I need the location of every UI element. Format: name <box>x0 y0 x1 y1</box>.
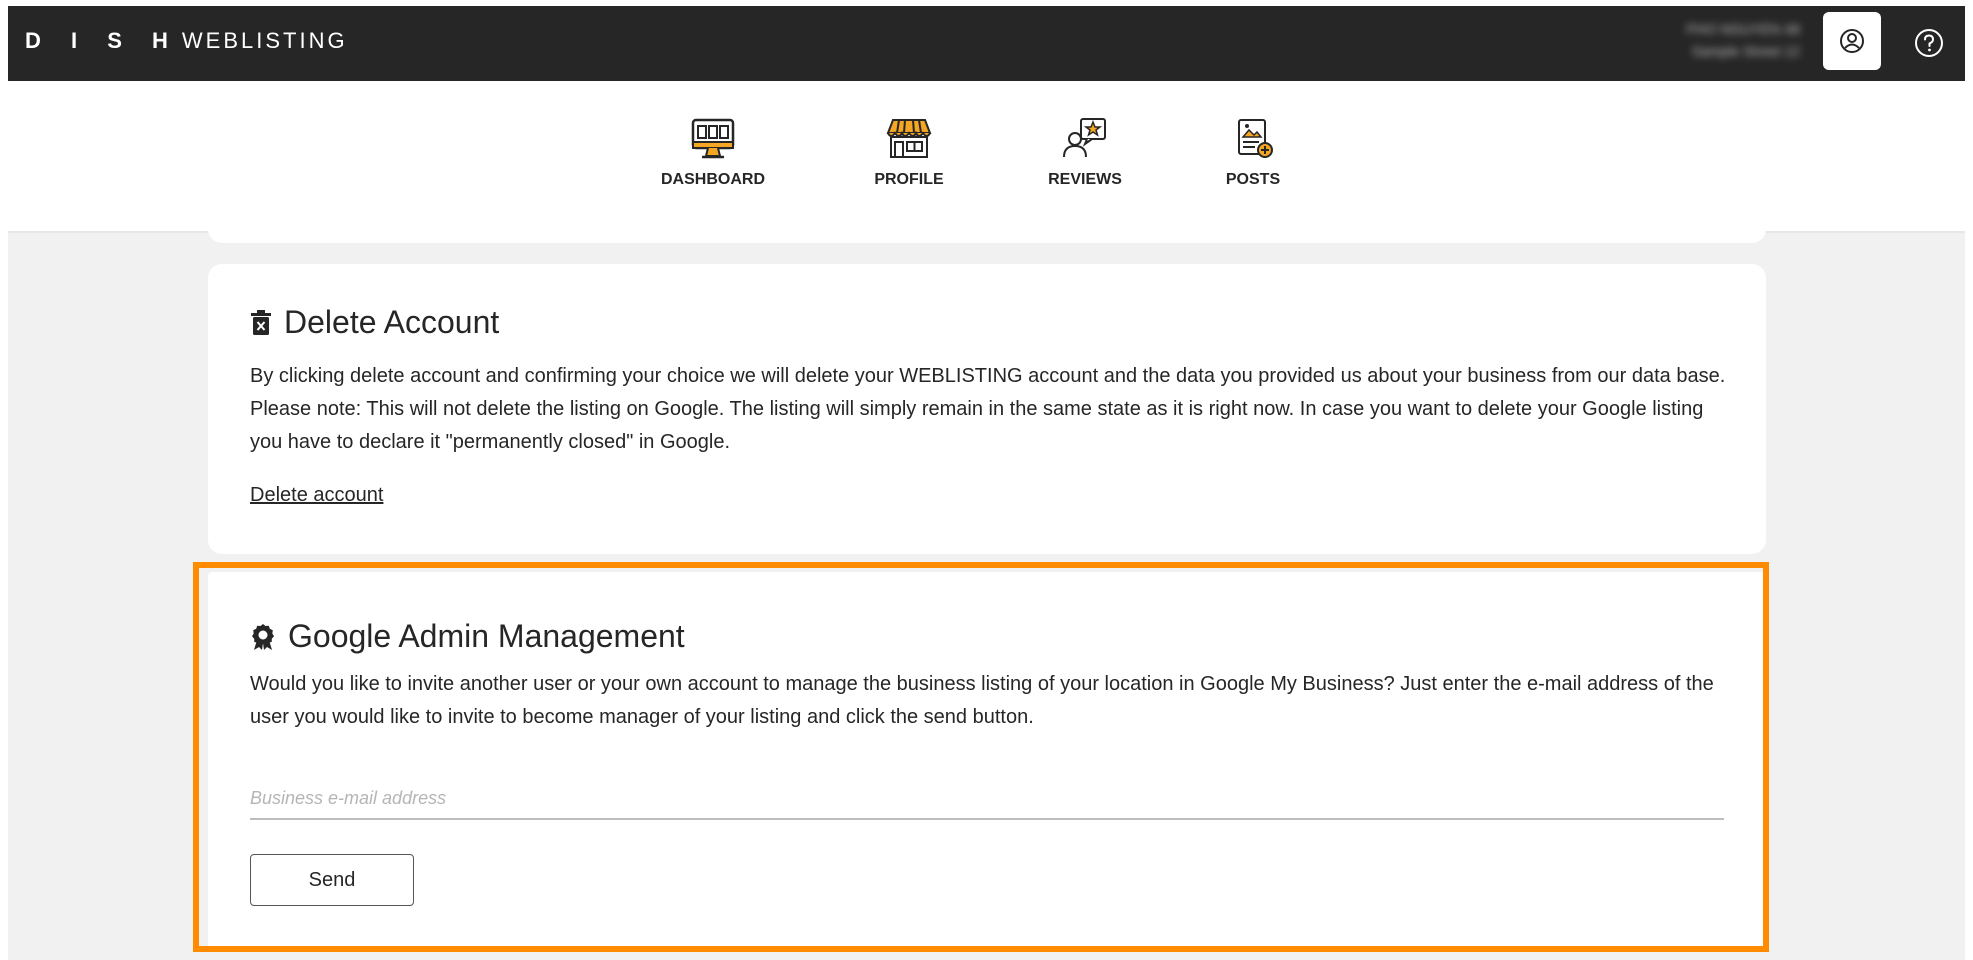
nav-label: POSTS <box>1225 171 1281 188</box>
user-circle-icon <box>1840 29 1864 53</box>
nav-item-reviews[interactable]: REVIEWS <box>1030 117 1140 189</box>
storefront-icon <box>886 119 932 158</box>
nav-item-profile[interactable]: PROFILE <box>856 117 962 189</box>
nav-item-dashboard[interactable]: DASHBOARD <box>658 117 768 189</box>
nav-item-posts[interactable]: POSTS <box>1208 117 1298 189</box>
page-frame: D I S H WEBLISTING PHO NGUYEN 48 Sample … <box>8 6 1965 960</box>
post-add-icon <box>1238 119 1273 158</box>
user-account-button[interactable] <box>1823 12 1881 70</box>
business-email-input[interactable] <box>250 778 1724 820</box>
review-star-icon <box>1063 118 1106 158</box>
delete-account-title: Delete Account <box>284 304 500 340</box>
send-button[interactable]: Send <box>250 854 414 906</box>
account-address: Sample Street 12 <box>1691 43 1800 59</box>
google-admin-title: Google Admin Management <box>288 618 685 654</box>
top-bar: D I S H WEBLISTING PHO NGUYEN 48 Sample … <box>8 6 1965 81</box>
google-admin-description: Would you like to invite another user or… <box>250 673 1714 728</box>
google-admin-card: Google Admin Management Would you like t… <box>208 572 1766 952</box>
delete-account-description: By clicking delete account and confirmin… <box>250 365 1726 453</box>
delete-account-card: Delete Account By clicking delete accoun… <box>208 264 1766 554</box>
brand-weblisting-text: WEBLISTING <box>181 28 348 53</box>
nav-label: REVIEWS <box>1048 171 1122 188</box>
badge-award-icon <box>252 623 274 650</box>
account-info: PHO NGUYEN 48 Sample Street 12 <box>1568 18 1800 72</box>
nav-label: DASHBOARD <box>661 171 765 188</box>
brand-dish-text: D I S H <box>25 28 180 53</box>
help-icon <box>1915 29 1943 57</box>
google-admin-heading: Google Admin Management <box>250 618 685 655</box>
delete-account-link[interactable]: Delete account <box>250 484 383 507</box>
help-button[interactable] <box>1914 28 1944 58</box>
brand-logo[interactable]: D I S H WEBLISTING <box>25 28 348 54</box>
previous-card-bottom <box>208 201 1766 243</box>
nav-label: PROFILE <box>874 171 944 188</box>
delete-account-heading: Delete Account <box>250 304 499 341</box>
trash-icon <box>251 309 271 335</box>
account-name: PHO NGUYEN 48 <box>1686 21 1800 37</box>
dashboard-monitor-icon <box>691 118 735 159</box>
